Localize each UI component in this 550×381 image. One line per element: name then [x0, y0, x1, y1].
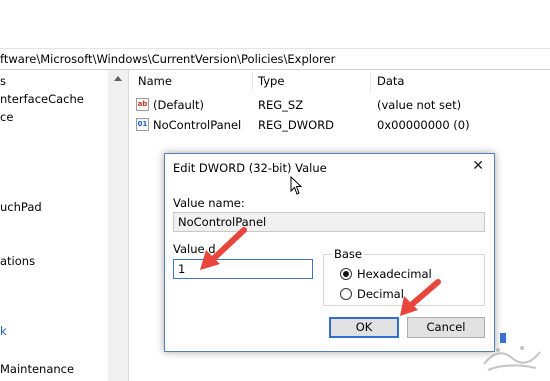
- watermark-logo-icon: [483, 346, 541, 371]
- registry-value-row[interactable]: ab (Default) REG_SZ (value not set): [136, 96, 550, 114]
- annotation-arrow-icon: [400, 279, 441, 316]
- cancel-button[interactable]: Cancel: [407, 317, 485, 338]
- string-value-icon: ab: [136, 98, 149, 111]
- column-divider[interactable]: [370, 72, 371, 90]
- tree-scrollbar[interactable]: [108, 70, 129, 381]
- address-path: ftware\Microsoft\Windows\CurrentVersion\…: [0, 52, 336, 66]
- tree-item[interactable]: s: [0, 74, 6, 88]
- radio-selected-icon[interactable]: [340, 268, 352, 280]
- ok-button[interactable]: OK: [329, 317, 399, 338]
- close-icon[interactable]: ✕: [472, 158, 484, 174]
- registry-value-row[interactable]: 01 NoControlPanel REG_DWORD 0x00000000 (…: [136, 116, 550, 134]
- radio-unselected-icon[interactable]: [340, 288, 352, 300]
- value-name-label: Value name:: [173, 196, 245, 210]
- address-bar[interactable]: ftware\Microsoft\Windows\CurrentVersion\…: [0, 48, 550, 70]
- value-type: REG_SZ: [258, 98, 304, 112]
- binary-value-icon: 01: [136, 118, 149, 131]
- base-label: Base: [332, 247, 365, 261]
- radio-label: Decimal: [357, 287, 404, 301]
- value-name: (Default): [153, 98, 204, 112]
- value-data: (value not set): [377, 98, 462, 112]
- annotation-arrow-icon: [200, 227, 247, 270]
- tree-pane[interactable]: s nterfaceCache ce uchPad ations k Maint…: [0, 70, 109, 381]
- tree-item[interactable]: ations: [0, 254, 35, 268]
- tree-item[interactable]: uchPad: [0, 200, 42, 214]
- value-type: REG_DWORD: [258, 118, 335, 132]
- tree-item[interactable]: Maintenance: [0, 362, 74, 376]
- tree-item[interactable]: ce: [0, 110, 13, 124]
- mouse-cursor-icon: [290, 176, 303, 195]
- column-header-data[interactable]: Data: [377, 74, 404, 88]
- tree-item-selected[interactable]: k: [0, 324, 7, 338]
- scroll-up-icon[interactable]: [114, 76, 122, 81]
- tree-item[interactable]: nterfaceCache: [0, 92, 84, 106]
- value-name: NoControlPanel: [153, 118, 242, 132]
- dialog-title: Edit DWORD (32-bit) Value: [173, 161, 327, 175]
- value-data: 0x00000000 (0): [377, 118, 470, 132]
- column-divider[interactable]: [252, 72, 253, 90]
- column-header-name[interactable]: Name: [138, 74, 172, 88]
- column-header-type[interactable]: Type: [258, 74, 284, 88]
